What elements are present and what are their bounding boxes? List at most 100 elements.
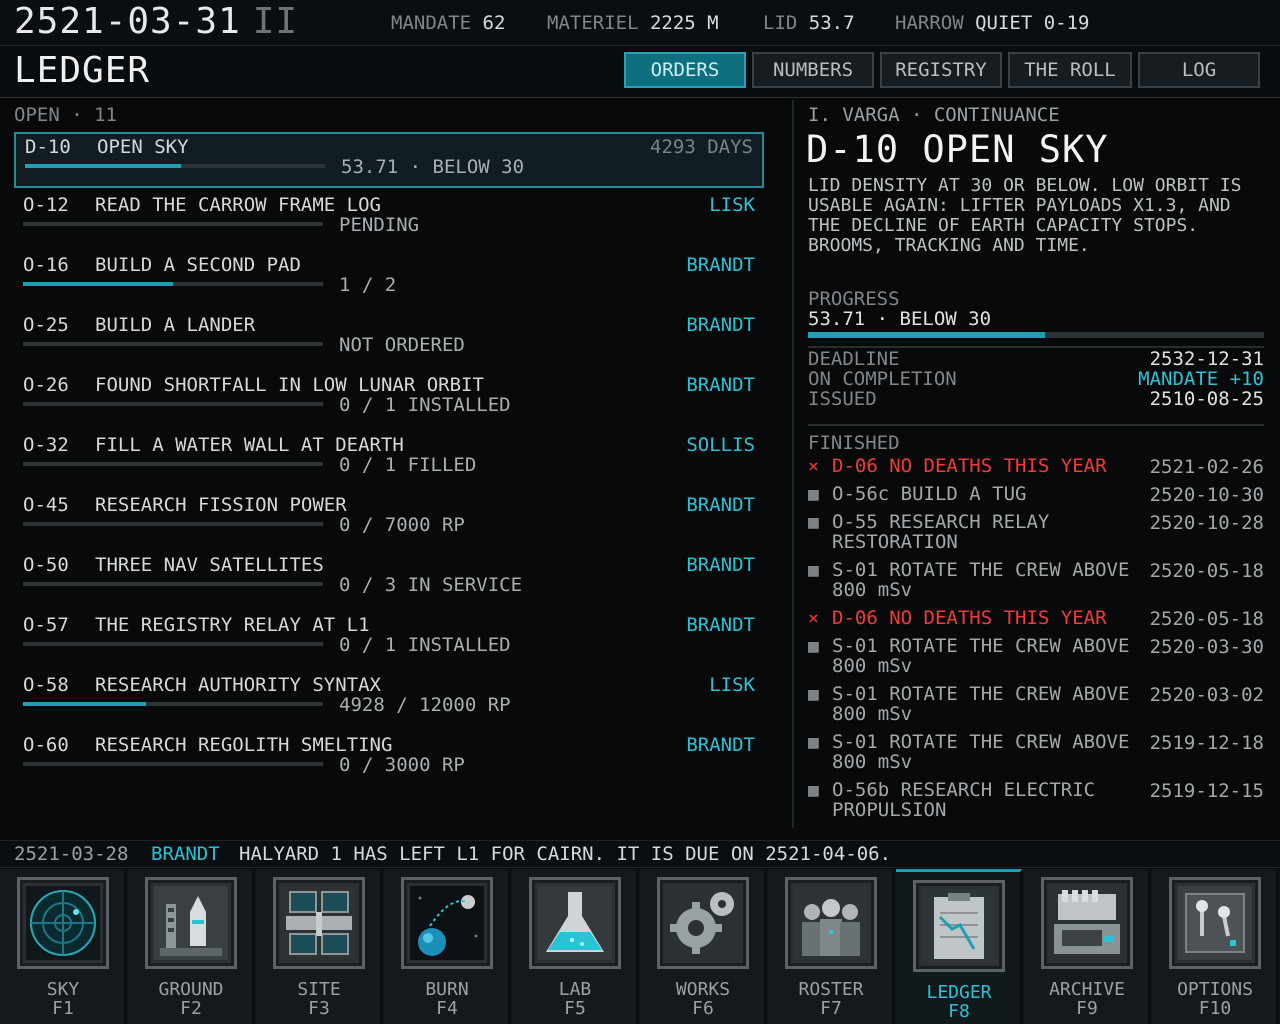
order-name: READ THE CARROW FRAME LOG: [95, 194, 381, 216]
nav-label: OPTIONS: [1177, 979, 1253, 1000]
event-date: 2521-03-28: [14, 843, 129, 865]
order-progress-text: 0 / 1 INSTALLED: [339, 394, 511, 416]
nav-icon-frame: [657, 877, 749, 969]
nav-hotkey: F6: [692, 998, 714, 1019]
order-progress-bar: [25, 164, 325, 168]
finished-item-text: D-06 NO DEATHS THIS YEAR: [832, 607, 1107, 629]
tab-the-roll[interactable]: THE ROLL: [1008, 52, 1132, 88]
order-row[interactable]: D-10 OPEN SKY 4293 DAYS 53.71 · BELOW 30: [14, 132, 764, 188]
order-detail-panel: I. VARGA · CONTINUANCE D-10 OPEN SKY LID…: [794, 98, 1280, 828]
nav-label: BURN: [425, 979, 469, 1000]
order-row[interactable]: O-50 THREE NAV SATELLITES BRANDT 0 / 3 IN S…: [14, 552, 764, 608]
issued-value: 2510-08-25: [1149, 388, 1264, 410]
deadline-value: 2532-12-31: [1149, 348, 1264, 370]
completed-mark-icon: ■: [808, 512, 819, 533]
game-speed-indicator[interactable]: II: [253, 1, 298, 42]
tab-log[interactable]: LOG: [1138, 52, 1260, 88]
order-code: O-57: [23, 614, 69, 636]
order-progress-bar: [23, 702, 323, 706]
nav-hotkey: F10: [1198, 998, 1232, 1019]
nav-label: ROSTER: [798, 979, 864, 1000]
orbit-icon: [410, 886, 484, 960]
order-row[interactable]: O-32 FILL A WATER WALL AT DEARTH SOLLIS 0 /…: [14, 432, 764, 488]
harrow-label: HARROW: [895, 12, 964, 34]
order-assignee: BRANDT: [686, 314, 755, 336]
progress-bar-fill: [808, 332, 1045, 338]
order-name: THE REGISTRY RELAY AT L1: [95, 614, 370, 636]
mandate-stat: MANDATE 62: [391, 12, 505, 34]
open-orders-count: OPEN · 11: [14, 104, 117, 126]
tab-orders[interactable]: ORDERS: [624, 52, 746, 88]
order-progress-bar: [23, 342, 323, 346]
nav-icon-frame: [913, 880, 1005, 972]
nav-roster-button[interactable]: ROSTER F7: [768, 869, 894, 1024]
order-progress-bar: [23, 462, 323, 466]
order-progress-bar: [23, 402, 323, 406]
event-actor[interactable]: BRANDT: [151, 843, 220, 865]
nav-icon-frame: [401, 877, 493, 969]
order-row[interactable]: O-58 RESEARCH AUTHORITY SYNTAX LISK 4928 / …: [14, 672, 764, 728]
nav-icon-frame: [1041, 877, 1133, 969]
nav-icon-frame: [17, 877, 109, 969]
order-code: O-58: [23, 674, 69, 696]
order-code: O-26: [23, 374, 69, 396]
order-row[interactable]: O-57 THE REGISTRY RELAY AT L1 BRANDT 0 / 1 …: [14, 612, 764, 668]
finished-item-text: S-01 ROTATE THE CREW ABOVE 800 mSv: [832, 731, 1130, 773]
clipboard-chart-icon: [922, 889, 996, 963]
order-progress-fill: [23, 702, 146, 706]
order-assignee: 4293 DAYS: [650, 136, 753, 158]
harrow-value: QUIET 0-19: [975, 12, 1090, 34]
materiel-value: 2225 M: [649, 12, 719, 34]
failed-mark-icon: ×: [808, 608, 819, 629]
launch-pad-icon: [154, 886, 228, 960]
progress-bar: [808, 332, 1264, 338]
game-date: 2521-03-31 II: [14, 0, 298, 44]
order-row[interactable]: O-45 RESEARCH FISSION POWER BRANDT 0 / 7000…: [14, 492, 764, 548]
progress-label: PROGRESS: [808, 288, 900, 310]
completed-mark-icon: ■: [808, 684, 819, 705]
order-code: O-32: [23, 434, 69, 456]
nav-site-button[interactable]: SITE F3: [256, 869, 382, 1024]
finished-item-date: 2521-02-26: [1149, 456, 1264, 478]
order-assignee: BRANDT: [686, 374, 755, 396]
order-row[interactable]: O-26 FOUND SHORTFALL IN LOW LUNAR ORBIT BR…: [14, 372, 764, 428]
nav-sky-button[interactable]: SKY F1: [0, 869, 126, 1024]
finished-item-date: 2520-05-18: [1149, 560, 1264, 582]
order-row[interactable]: O-25 BUILD A LANDER BRANDT NOT ORDERED: [14, 312, 764, 368]
nav-label: ARCHIVE: [1049, 979, 1125, 1000]
order-row[interactable]: O-12 READ THE CARROW FRAME LOG LISK PENDING: [14, 192, 764, 248]
order-name: OPEN SKY: [97, 136, 189, 158]
completed-mark-icon: ■: [808, 636, 819, 657]
order-row[interactable]: O-16 BUILD A SECOND PAD BRANDT 1 / 2: [14, 252, 764, 308]
station-icon: [282, 886, 356, 960]
order-progress-text: 0 / 1 FILLED: [339, 454, 477, 476]
title-row: LEDGER ORDERS NUMBERS REGISTRY THE ROLL …: [0, 46, 1280, 98]
order-progress-text: 0 / 3000 RP: [339, 754, 465, 776]
nav-hotkey: F8: [948, 1001, 970, 1022]
order-assignee: LISK: [709, 194, 755, 216]
order-name: BUILD A SECOND PAD: [95, 254, 301, 276]
order-name: BUILD A LANDER: [95, 314, 256, 336]
order-row[interactable]: O-60 RESEARCH REGOLITH SMELTING BRANDT 0 / …: [14, 732, 764, 788]
finished-item-text: D-06 NO DEATHS THIS YEAR: [832, 455, 1107, 477]
finished-item-text: O-56c BUILD A TUG: [832, 483, 1027, 505]
date-text: 2521-03-31: [14, 1, 241, 42]
nav-lab-button[interactable]: LAB F5: [512, 869, 638, 1024]
tab-registry[interactable]: REGISTRY: [880, 52, 1002, 88]
finished-item-text: S-01 ROTATE THE CREW ABOVE 800 mSv: [832, 635, 1130, 677]
nav-works-button[interactable]: WORKS F6: [640, 869, 766, 1024]
nav-ledger-button[interactable]: LEDGER F8: [896, 869, 1022, 1024]
nav-hotkey: F7: [820, 998, 842, 1019]
order-name: RESEARCH FISSION POWER: [95, 494, 347, 516]
nav-label: LEDGER: [926, 982, 992, 1003]
nav-options-button[interactable]: OPTIONS F10: [1152, 869, 1278, 1024]
nav-ground-button[interactable]: GROUND F2: [128, 869, 254, 1024]
nav-archive-button[interactable]: ARCHIVE F9: [1024, 869, 1150, 1024]
tab-numbers[interactable]: NUMBERS: [752, 52, 874, 88]
materiel-stat: MATERIEL 2225 M: [547, 12, 719, 34]
event-ticker: 2521-03-28 BRANDT HALYARD 1 HAS LEFT L1 …: [0, 840, 1280, 868]
order-progress-text: 0 / 7000 RP: [339, 514, 465, 536]
finished-item-date: 2520-10-28: [1149, 512, 1264, 534]
nav-icon-frame: [145, 877, 237, 969]
nav-burn-button[interactable]: BURN F4: [384, 869, 510, 1024]
